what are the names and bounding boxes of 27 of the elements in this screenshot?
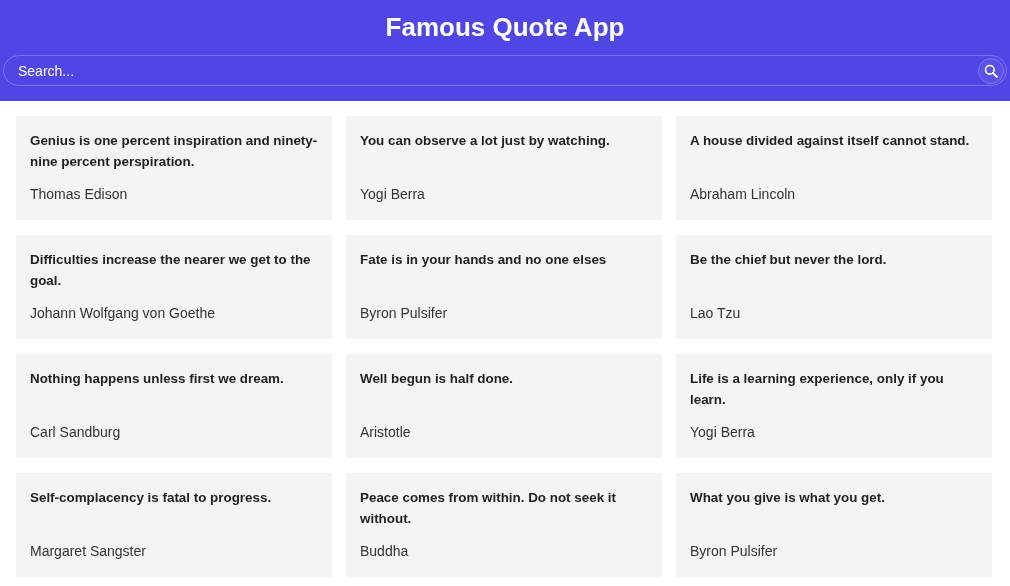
quote-author: Yogi Berra — [690, 423, 756, 442]
quote-text: Life is a learning experience, only if you learn. — [690, 370, 945, 409]
quote-author: Thomas Edison — [30, 185, 129, 204]
quote-author: Byron Pulsifer — [690, 542, 779, 561]
quote-author: Carl Sandburg — [30, 423, 122, 442]
quote-text: Difficulties increase the nearer we get to the goal. — [30, 251, 312, 290]
quote-text: Nothing happens unless first we dream. — [30, 370, 285, 388]
quote-author: Abraham Lincoln — [690, 185, 797, 204]
quote-author: Byron Pulsifer — [360, 304, 449, 323]
quote-text: Fate is in your hands and no one elses — [360, 251, 608, 269]
quote-text: You can observe a lot just by watching. — [360, 132, 611, 150]
quote-author: Yogi Berra — [360, 185, 426, 204]
quote-author: Aristotle — [360, 423, 412, 442]
quote-text: Self-complacency is fatal to progress. — [30, 489, 273, 507]
quote-author: Lao Tzu — [690, 304, 742, 323]
quote-author: Johann Wolfgang von Goethe — [30, 304, 216, 323]
quote-author: Buddha — [360, 542, 410, 561]
quote-text: Be the chief but never the lord. — [690, 251, 888, 269]
search-icon — [984, 63, 998, 78]
app-title: Famous Quote App — [385, 11, 625, 44]
quote-text: A house divided against itself cannot stand. — [690, 132, 971, 150]
quote-text: Well begun is half done. — [360, 370, 514, 388]
search-button[interactable] — [978, 57, 1004, 84]
quote-author: Margaret Sangster — [30, 542, 147, 561]
quote-text: What you give is what you get. — [690, 489, 886, 507]
quote-text: Genius is one percent inspiration and ninety-nine percent perspiration. — [30, 132, 318, 171]
quote-text: Peace comes from within. Do not seek it without. — [360, 489, 617, 528]
